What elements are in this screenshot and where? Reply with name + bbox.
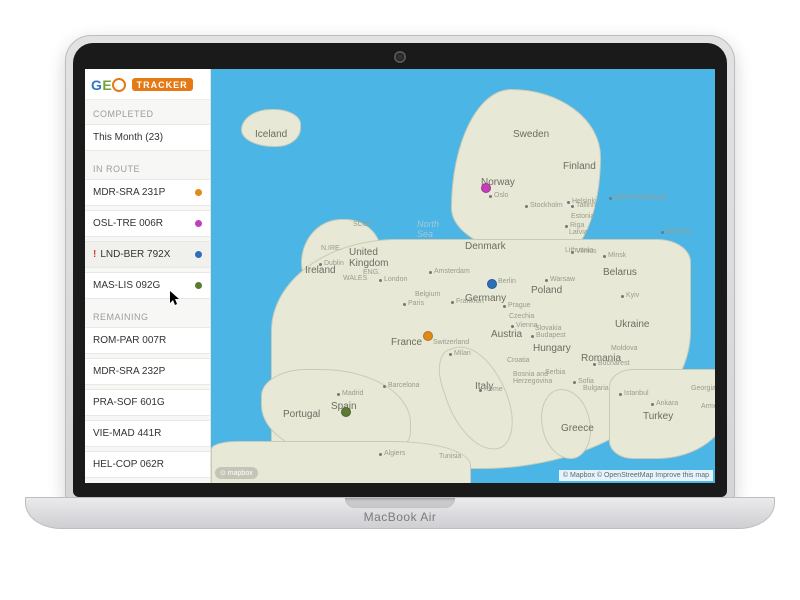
screen: GE TRACKER COMPLETED This Month (23) IN …	[85, 69, 715, 483]
status-dot-icon	[195, 251, 202, 258]
camera-icon	[396, 53, 404, 61]
remaining-label: HEL-COP 062R	[93, 459, 202, 470]
city-dot-icon	[545, 279, 548, 282]
city-dot-icon	[403, 303, 406, 306]
city-dot-icon	[503, 305, 506, 308]
remaining-row-rom-par-007r[interactable]: ROM-PAR 007R	[85, 327, 210, 354]
city-dot-icon	[379, 453, 382, 456]
status-dot-icon	[195, 282, 202, 289]
remaining-label: PRA-SOF 601G	[93, 397, 202, 408]
remaining-label: MDR-SRA 232P	[93, 366, 202, 377]
laptop-brand: MacBook Air	[364, 510, 437, 524]
route-marker-icon[interactable]	[481, 183, 491, 193]
city-dot-icon	[511, 325, 514, 328]
logo-o-icon	[112, 78, 126, 92]
route-label: MAS-LIS 092G	[93, 280, 189, 291]
laptop-notch	[345, 498, 455, 508]
city-dot-icon	[319, 263, 322, 266]
route-row-osl-tre-006r[interactable]: OSL-TRE 006R	[85, 210, 210, 237]
city-dot-icon	[661, 231, 664, 234]
mapbox-logo: ⊙ mapbox	[215, 467, 258, 479]
city-dot-icon	[651, 403, 654, 406]
city-dot-icon	[573, 381, 576, 384]
route-marker-icon[interactable]	[487, 279, 497, 289]
route-row-mas-lis-092g[interactable]: MAS-LIS 092G	[85, 272, 210, 299]
land-iceland	[241, 109, 301, 147]
remaining-row-mdr-sra-232p[interactable]: MDR-SRA 232P	[85, 358, 210, 385]
route-label: LND-BER 792X	[100, 249, 189, 260]
city-dot-icon	[429, 271, 432, 274]
route-label: MDR-SRA 231P	[93, 187, 189, 198]
city-dot-icon	[571, 205, 574, 208]
logo-tracker: TRACKER	[132, 78, 193, 91]
status-dot-icon	[195, 220, 202, 227]
remaining-row-hel-cop-062r[interactable]: HEL-COP 062R	[85, 451, 210, 478]
section-completed-header: COMPLETED	[85, 100, 210, 124]
app: GE TRACKER COMPLETED This Month (23) IN …	[85, 69, 715, 483]
city-dot-icon	[337, 393, 340, 396]
land-scandinavia	[451, 89, 601, 259]
map-attribution[interactable]: © Mapbox © OpenStreetMap Improve this ma…	[559, 470, 713, 481]
laptop-base: MacBook Air	[25, 497, 775, 529]
route-row-mdr-sra-231p[interactable]: MDR-SRA 231P	[85, 179, 210, 206]
city-dot-icon	[621, 295, 624, 298]
section-remaining-header: REMAINING	[85, 303, 210, 327]
completed-this-month[interactable]: This Month (23)	[85, 124, 210, 151]
city-dot-icon	[609, 197, 612, 200]
land-anatolia	[609, 369, 715, 459]
city-dot-icon	[567, 201, 570, 204]
city-dot-icon	[571, 251, 574, 254]
section-inroute-header: IN ROUTE	[85, 155, 210, 179]
city-dot-icon	[565, 225, 568, 228]
city-dot-icon	[383, 385, 386, 388]
city-dot-icon	[593, 363, 596, 366]
city-label: Saint Petersburg	[614, 194, 666, 201]
route-marker-icon[interactable]	[341, 407, 351, 417]
city-dot-icon	[603, 255, 606, 258]
logo-e: E	[102, 77, 112, 93]
route-row-lnd-ber-792x[interactable]: ! LND-BER 792X	[85, 241, 210, 268]
city-label: Moscow	[666, 228, 692, 235]
sea-label: North Sea	[417, 219, 439, 239]
attribution-text: © Mapbox © OpenStreetMap Improve this ma…	[563, 472, 709, 479]
map-canvas[interactable]: IcelandNorwaySwedenFinlandUnited Kingdom…	[211, 69, 715, 483]
city-dot-icon	[379, 279, 382, 282]
laptop-frame: GE TRACKER COMPLETED This Month (23) IN …	[25, 35, 775, 565]
remaining-row-pra-sof-601g[interactable]: PRA-SOF 601G	[85, 389, 210, 416]
logo-g: G	[91, 77, 102, 93]
city-dot-icon	[479, 389, 482, 392]
city-dot-icon	[449, 353, 452, 356]
route-marker-icon[interactable]	[423, 331, 433, 341]
remaining-label: ROM-PAR 007R	[93, 335, 202, 346]
city-dot-icon	[531, 335, 534, 338]
route-label: OSL-TRE 006R	[93, 218, 189, 229]
city-dot-icon	[489, 195, 492, 198]
status-dot-icon	[195, 189, 202, 196]
completed-label: This Month (23)	[93, 132, 202, 143]
remaining-label: VIE-MAD 441R	[93, 428, 202, 439]
app-logo: GE TRACKER	[85, 69, 210, 100]
alert-icon: !	[93, 249, 96, 260]
remaining-row-vie-mad-441r[interactable]: VIE-MAD 441R	[85, 420, 210, 447]
city-dot-icon	[619, 393, 622, 396]
city-dot-icon	[525, 205, 528, 208]
city-dot-icon	[451, 301, 454, 304]
sidebar: GE TRACKER COMPLETED This Month (23) IN …	[85, 69, 211, 483]
